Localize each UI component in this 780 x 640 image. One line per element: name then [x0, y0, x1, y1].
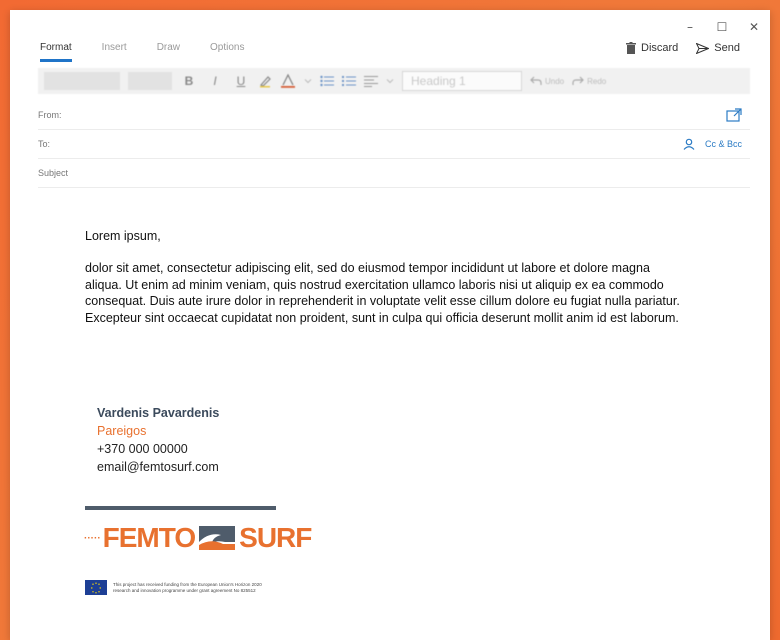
send-icon	[696, 42, 710, 54]
message-greeting: Lorem ipsum,	[85, 229, 161, 243]
italic-button[interactable]: I	[206, 74, 224, 88]
maximize-button[interactable]: ☐	[706, 16, 738, 38]
redo-button[interactable]: Redo	[572, 76, 606, 86]
tab-options[interactable]: Options	[210, 42, 244, 62]
to-field[interactable]: To: Cc & Bcc	[38, 130, 750, 159]
trash-icon	[626, 42, 636, 54]
chevron-down-icon[interactable]	[304, 77, 312, 85]
tab-format[interactable]: Format	[40, 42, 72, 62]
message-paragraph: dolor sit amet, consectetur adipiscing e…	[85, 261, 680, 325]
discard-button[interactable]: Discard	[626, 42, 678, 54]
send-label: Send	[714, 42, 740, 54]
close-button[interactable]: ✕	[738, 16, 770, 38]
signature-block: Vardenis Pavardenis Pareigos +370 000 00…	[97, 404, 219, 476]
bullet-list-icon[interactable]	[320, 75, 334, 87]
highlighter-icon[interactable]	[258, 74, 272, 88]
wave-logo-icon	[199, 526, 236, 550]
format-toolbar: B I U Heading 1 Undo Redo	[38, 68, 750, 94]
logo-dash: ·····	[84, 532, 101, 544]
signature-title: Pareigos	[97, 424, 147, 438]
underline-button[interactable]: U	[232, 74, 250, 88]
paragraph-style-select[interactable]: Heading 1	[402, 71, 522, 91]
to-field-actions: Cc & Bcc	[683, 138, 742, 150]
logo-surf: SURF	[239, 522, 312, 553]
eu-funding-text: This project has received funding from t…	[113, 582, 293, 593]
from-label: From:	[38, 110, 62, 120]
discard-label: Discard	[641, 42, 679, 54]
message-body[interactable]: Lorem ipsum, dolor sit amet, consectetur…	[85, 228, 680, 326]
font-size-select[interactable]	[128, 72, 172, 90]
bold-button[interactable]: B	[180, 74, 198, 88]
contact-icon[interactable]	[683, 138, 695, 150]
eu-flag-icon	[85, 580, 107, 595]
undo-label: Undo	[545, 76, 565, 86]
from-field-actions	[726, 108, 742, 122]
tab-insert[interactable]: Insert	[102, 42, 127, 62]
compose-actions: Discard Send	[626, 42, 740, 54]
popout-icon[interactable]	[726, 108, 742, 122]
to-label: To:	[38, 139, 51, 149]
redo-icon	[572, 76, 584, 85]
undo-button[interactable]: Undo	[530, 76, 564, 86]
signature-name: Vardenis Pavardenis	[97, 406, 220, 420]
tab-draw[interactable]: Draw	[157, 42, 180, 62]
signature-email: email@femtosurf.com	[97, 460, 219, 474]
compose-window: – ☐ ✕ Format Insert Draw Options Discard…	[10, 10, 770, 640]
eu-text-line2: research and innovation programme under …	[113, 587, 256, 593]
align-icon[interactable]	[364, 75, 378, 87]
window-controls: – ☐ ✕	[674, 16, 770, 38]
numbered-list-icon[interactable]	[342, 75, 356, 87]
ribbon-tabs: Format Insert Draw Options	[40, 42, 275, 62]
font-color-icon[interactable]	[280, 74, 296, 88]
from-field[interactable]: From:	[38, 101, 750, 130]
undo-icon	[530, 76, 542, 85]
subject-field[interactable]: Subject	[38, 159, 750, 188]
subject-label: Subject	[38, 168, 69, 178]
logo-femto: FEMTO	[102, 522, 196, 553]
font-family-select[interactable]	[44, 72, 120, 90]
eu-funding-notice: This project has received funding from t…	[85, 580, 293, 595]
femtosurf-logo: ····· FEMTO SURF	[84, 522, 312, 554]
chevron-down-icon[interactable]	[386, 77, 394, 85]
signature-divider	[85, 506, 276, 510]
cc-bcc-button[interactable]: Cc & Bcc	[705, 139, 742, 149]
send-button[interactable]: Send	[696, 42, 740, 54]
redo-label: Redo	[587, 76, 607, 86]
signature-phone: +370 000 00000	[97, 442, 188, 456]
minimize-button[interactable]: –	[674, 16, 706, 38]
